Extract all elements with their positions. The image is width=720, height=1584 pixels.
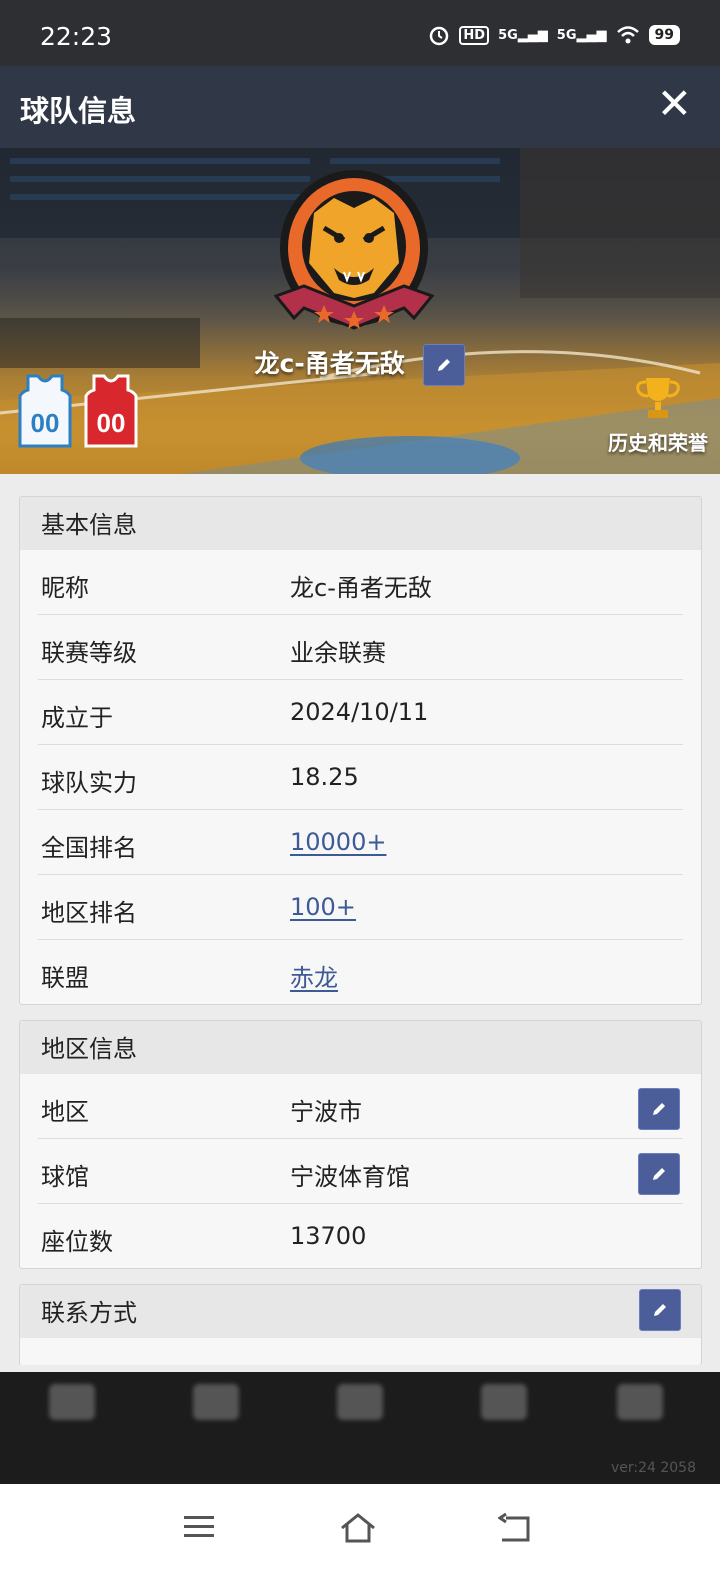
info-row-national-rank: 全国排名 10000+ bbox=[38, 810, 683, 875]
row-label: 球队实力 bbox=[41, 769, 137, 797]
row-value: 业余联赛 bbox=[290, 639, 386, 667]
away-jersey[interactable]: 00 bbox=[82, 374, 140, 448]
national-rank-link[interactable]: 10000+ bbox=[290, 828, 386, 856]
edit-arena-button[interactable] bbox=[638, 1153, 680, 1195]
nav-icon bbox=[617, 1384, 663, 1420]
row-value: 2024/10/11 bbox=[290, 698, 429, 726]
nav-icon bbox=[193, 1384, 239, 1420]
battery-icon: 99 bbox=[648, 25, 680, 45]
row-label: 联盟 bbox=[41, 964, 89, 992]
pencil-icon bbox=[653, 1168, 665, 1180]
pencil-icon bbox=[653, 1103, 665, 1115]
info-row-founded: 成立于 2024/10/11 bbox=[38, 680, 683, 745]
back-icon[interactable] bbox=[498, 1512, 532, 1544]
honors-button[interactable]: 历史和荣誉 bbox=[608, 374, 708, 456]
team-name: 龙c-甬者无敌 bbox=[254, 349, 405, 378]
team-logo bbox=[273, 170, 435, 330]
honors-label: 历史和荣誉 bbox=[608, 431, 708, 455]
edit-team-name-button[interactable] bbox=[423, 344, 466, 386]
status-icons: HD 5G▂▄▆ 5G▂▄▆ 99 bbox=[428, 24, 680, 46]
nav-item-2[interactable] bbox=[176, 1384, 256, 1454]
row-label: 昵称 bbox=[41, 574, 89, 602]
system-nav-bar bbox=[0, 1484, 720, 1584]
region-row-seats: 座位数 13700 bbox=[38, 1204, 683, 1268]
close-button[interactable]: ✕ bbox=[657, 82, 692, 126]
row-value: 龙c-甬者无敌 bbox=[290, 574, 432, 602]
contact-title: 联系方式 bbox=[41, 1299, 137, 1327]
info-row-league-level: 联赛等级 业余联赛 bbox=[38, 615, 683, 680]
row-label: 全国排名 bbox=[41, 834, 137, 862]
signal-icon-2: 5G▂▄▆ bbox=[556, 27, 607, 43]
menu-icon[interactable] bbox=[182, 1512, 216, 1542]
basic-info-card: 基本信息 昵称 龙c-甬者无敌 联赛等级 业余联赛 成立于 2024/10/11… bbox=[19, 496, 702, 1005]
pencil-icon bbox=[438, 359, 451, 371]
region-info-header: 地区信息 bbox=[20, 1021, 701, 1074]
basic-info-header: 基本信息 bbox=[20, 497, 701, 550]
nav-item-3[interactable] bbox=[320, 1384, 400, 1454]
nav-item-5[interactable] bbox=[600, 1384, 680, 1454]
edit-contact-button[interactable] bbox=[639, 1289, 681, 1331]
home-jersey[interactable]: 00 bbox=[16, 374, 74, 448]
pencil-icon bbox=[654, 1304, 666, 1316]
row-label: 地区 bbox=[41, 1098, 89, 1126]
app-header: 球队信息 ✕ bbox=[0, 66, 720, 148]
contact-card: 联系方式 bbox=[19, 1284, 702, 1365]
hd-icon: HD bbox=[459, 25, 490, 45]
row-label: 地区排名 bbox=[41, 899, 137, 927]
row-value: 13700 bbox=[290, 1222, 367, 1250]
nav-item-1[interactable] bbox=[32, 1384, 112, 1454]
region-row-area: 地区 宁波市 bbox=[38, 1074, 683, 1139]
info-row-alliance: 联盟 赤龙 bbox=[38, 940, 683, 1004]
signal-icon-1: 5G▂▄▆ bbox=[498, 27, 548, 43]
regional-rank-link[interactable]: 100+ bbox=[290, 893, 356, 921]
alarm-icon bbox=[430, 26, 449, 46]
info-row-nickname: 昵称 龙c-甬者无敌 bbox=[38, 550, 683, 615]
region-info-card: 地区信息 地区 宁波市 球馆 宁波体育馆 座位数 13700 bbox=[19, 1020, 702, 1269]
row-label: 成立于 bbox=[41, 704, 113, 732]
version-label: ver:24 2058 bbox=[610, 1460, 696, 1476]
row-label: 球馆 bbox=[41, 1163, 89, 1191]
row-label: 座位数 bbox=[41, 1228, 113, 1256]
page-title: 球队信息 bbox=[20, 94, 137, 128]
edit-region-button[interactable] bbox=[638, 1088, 680, 1130]
row-label: 联赛等级 bbox=[41, 639, 137, 667]
alliance-link[interactable]: 赤龙 bbox=[290, 958, 338, 993]
status-bar: 22:23 HD 5G▂▄▆ 5G▂▄▆ 99 bbox=[0, 0, 720, 66]
region-row-arena: 球馆 宁波体育馆 bbox=[38, 1139, 683, 1204]
away-jersey-number: 00 bbox=[97, 408, 126, 438]
nav-item-4[interactable] bbox=[464, 1384, 544, 1454]
info-row-regional-rank: 地区排名 100+ bbox=[38, 875, 683, 940]
row-value: 宁波体育馆 bbox=[290, 1163, 410, 1191]
nav-icon bbox=[49, 1384, 95, 1420]
nav-icon bbox=[481, 1384, 527, 1420]
contact-header: 联系方式 bbox=[20, 1285, 701, 1338]
row-value: 宁波市 bbox=[290, 1098, 362, 1126]
home-icon[interactable] bbox=[338, 1512, 378, 1544]
home-jersey-number: 00 bbox=[31, 408, 60, 438]
wifi-icon bbox=[616, 26, 639, 44]
status-time: 22:23 bbox=[40, 22, 113, 51]
team-banner: 龙c-甬者无敌 00 00 历史和荣誉 bbox=[0, 148, 720, 474]
info-row-strength: 球队实力 18.25 bbox=[38, 745, 683, 810]
row-value: 18.25 bbox=[290, 763, 359, 791]
trophy-icon bbox=[636, 378, 680, 418]
nav-icon bbox=[337, 1384, 383, 1420]
bottom-nav: ver:24 2058 bbox=[0, 1372, 720, 1484]
